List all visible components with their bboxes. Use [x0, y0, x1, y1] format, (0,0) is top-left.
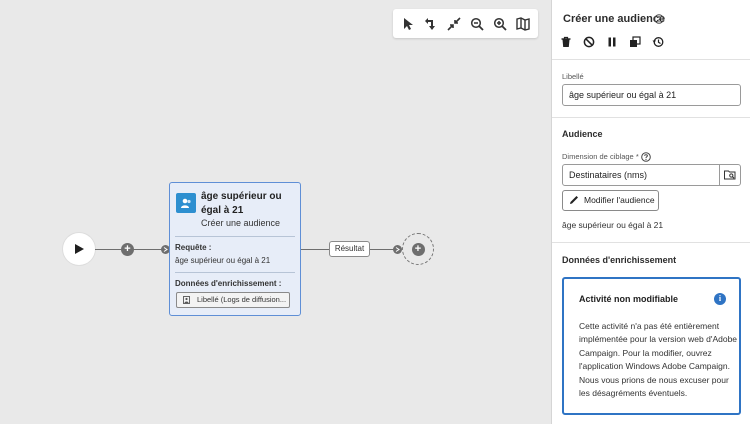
help-icon[interactable]: [641, 152, 651, 162]
targeting-dimension-input[interactable]: Destinataires (nms): [562, 164, 720, 186]
activity-actions: [558, 34, 666, 50]
attribute-icon: [183, 296, 190, 304]
canvas-toolbar: [393, 9, 538, 38]
help-icon[interactable]: [654, 14, 664, 24]
play-icon: [75, 244, 84, 254]
add-next-activity-button[interactable]: +: [402, 233, 434, 265]
delete-icon[interactable]: [558, 34, 574, 50]
plus-icon: +: [411, 242, 425, 256]
query-label: Requête :: [175, 243, 212, 252]
info-alert: Activité non modifiable i Cette activité…: [562, 277, 741, 415]
audience-section-title: Audience: [562, 129, 603, 139]
modify-audience-button[interactable]: Modifier l'audience: [562, 190, 659, 211]
panel-header: Créer une audience: [552, 0, 750, 60]
enrichment-chip-label: Libellé (Logs de diffusion...: [197, 295, 287, 304]
dimension-picker-button[interactable]: [719, 164, 741, 186]
result-transition-label[interactable]: Résultat: [329, 241, 370, 257]
info-alert-text: Cette activité n'a pas été entièrement i…: [579, 321, 738, 399]
collapse-icon[interactable]: [444, 14, 464, 34]
node-subtitle: Créer une audience: [201, 218, 281, 228]
enrichment-label: Données d'enrichissement :: [175, 279, 282, 288]
enrichment-chip[interactable]: Libellé (Logs de diffusion...: [176, 292, 290, 308]
divider: [175, 236, 295, 237]
disable-icon[interactable]: [581, 34, 597, 50]
required-mark: *: [635, 152, 639, 161]
audience-summary: âge supérieur ou égal à 21: [562, 220, 664, 230]
info-icon: i: [714, 293, 726, 305]
reroute-icon[interactable]: [421, 14, 441, 34]
query-value: âge supérieur ou égal à 21: [175, 256, 271, 265]
zoom-out-icon[interactable]: [467, 14, 487, 34]
add-activity-icon[interactable]: +: [121, 243, 134, 256]
pause-icon[interactable]: [604, 34, 620, 50]
workflow-canvas[interactable]: + âge supérieur ou égal à 21 Créer une a…: [0, 0, 551, 424]
copy-icon[interactable]: [627, 34, 643, 50]
audience-section: Audience Dimension de ciblage * Destinat…: [552, 118, 750, 243]
zoom-in-icon[interactable]: [490, 14, 510, 34]
enrichment-section-title: Données d'enrichissement: [562, 255, 677, 265]
output-port-icon: [393, 245, 402, 254]
folder-search-icon: [724, 170, 736, 180]
create-audience-node[interactable]: âge supérieur ou égal à 21 Créer une aud…: [169, 182, 301, 316]
divider: [175, 272, 295, 273]
targeting-dimension-label: Dimension de ciblage *: [562, 152, 639, 161]
history-icon[interactable]: [650, 34, 666, 50]
label-field-label: Libellé: [562, 72, 584, 81]
cursor-icon[interactable]: [398, 14, 418, 34]
pencil-icon: [570, 196, 578, 204]
audience-icon: [176, 193, 196, 213]
node-title: âge supérieur ou égal à 21: [201, 191, 282, 216]
start-button[interactable]: [63, 233, 95, 265]
panel-title: Créer une audience: [563, 13, 666, 25]
label-input[interactable]: âge supérieur ou égal à 21: [562, 84, 741, 106]
label-section: Libellé âge supérieur ou égal à 21: [552, 60, 750, 118]
info-alert-title: Activité non modifiable: [579, 294, 679, 304]
properties-panel: Créer une audience Libellé âge supérieur…: [551, 0, 750, 424]
map-icon[interactable]: [513, 14, 533, 34]
